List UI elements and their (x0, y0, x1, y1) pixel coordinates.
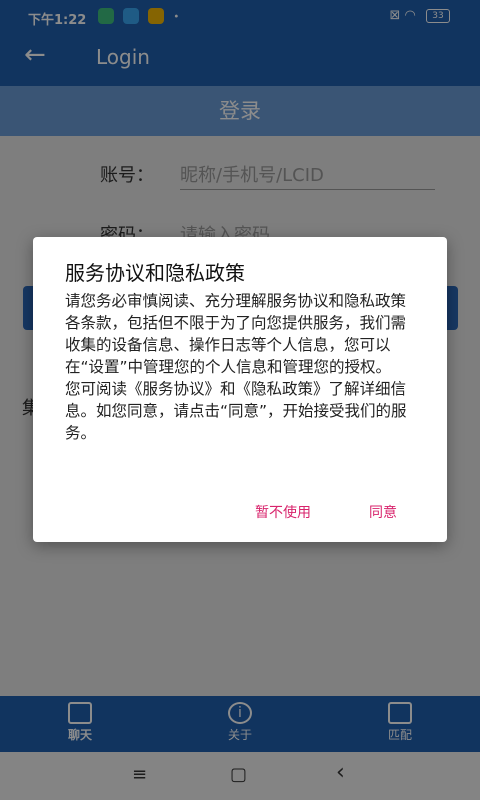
dialog-title: 服务协议和隐私政策 (65, 261, 245, 285)
agree-button[interactable]: 同意 (369, 502, 397, 522)
dialog-body: 请您务必审慎阅读、充分理解服务协议和隐私政策各条款，包括但不限于为了向您提供服务… (65, 292, 407, 442)
privacy-dialog: 服务协议和隐私政策 请您务必审慎阅读、充分理解服务协议和隐私政策各条款，包括但不… (33, 237, 447, 542)
decline-button[interactable]: 暂不使用 (255, 502, 311, 522)
